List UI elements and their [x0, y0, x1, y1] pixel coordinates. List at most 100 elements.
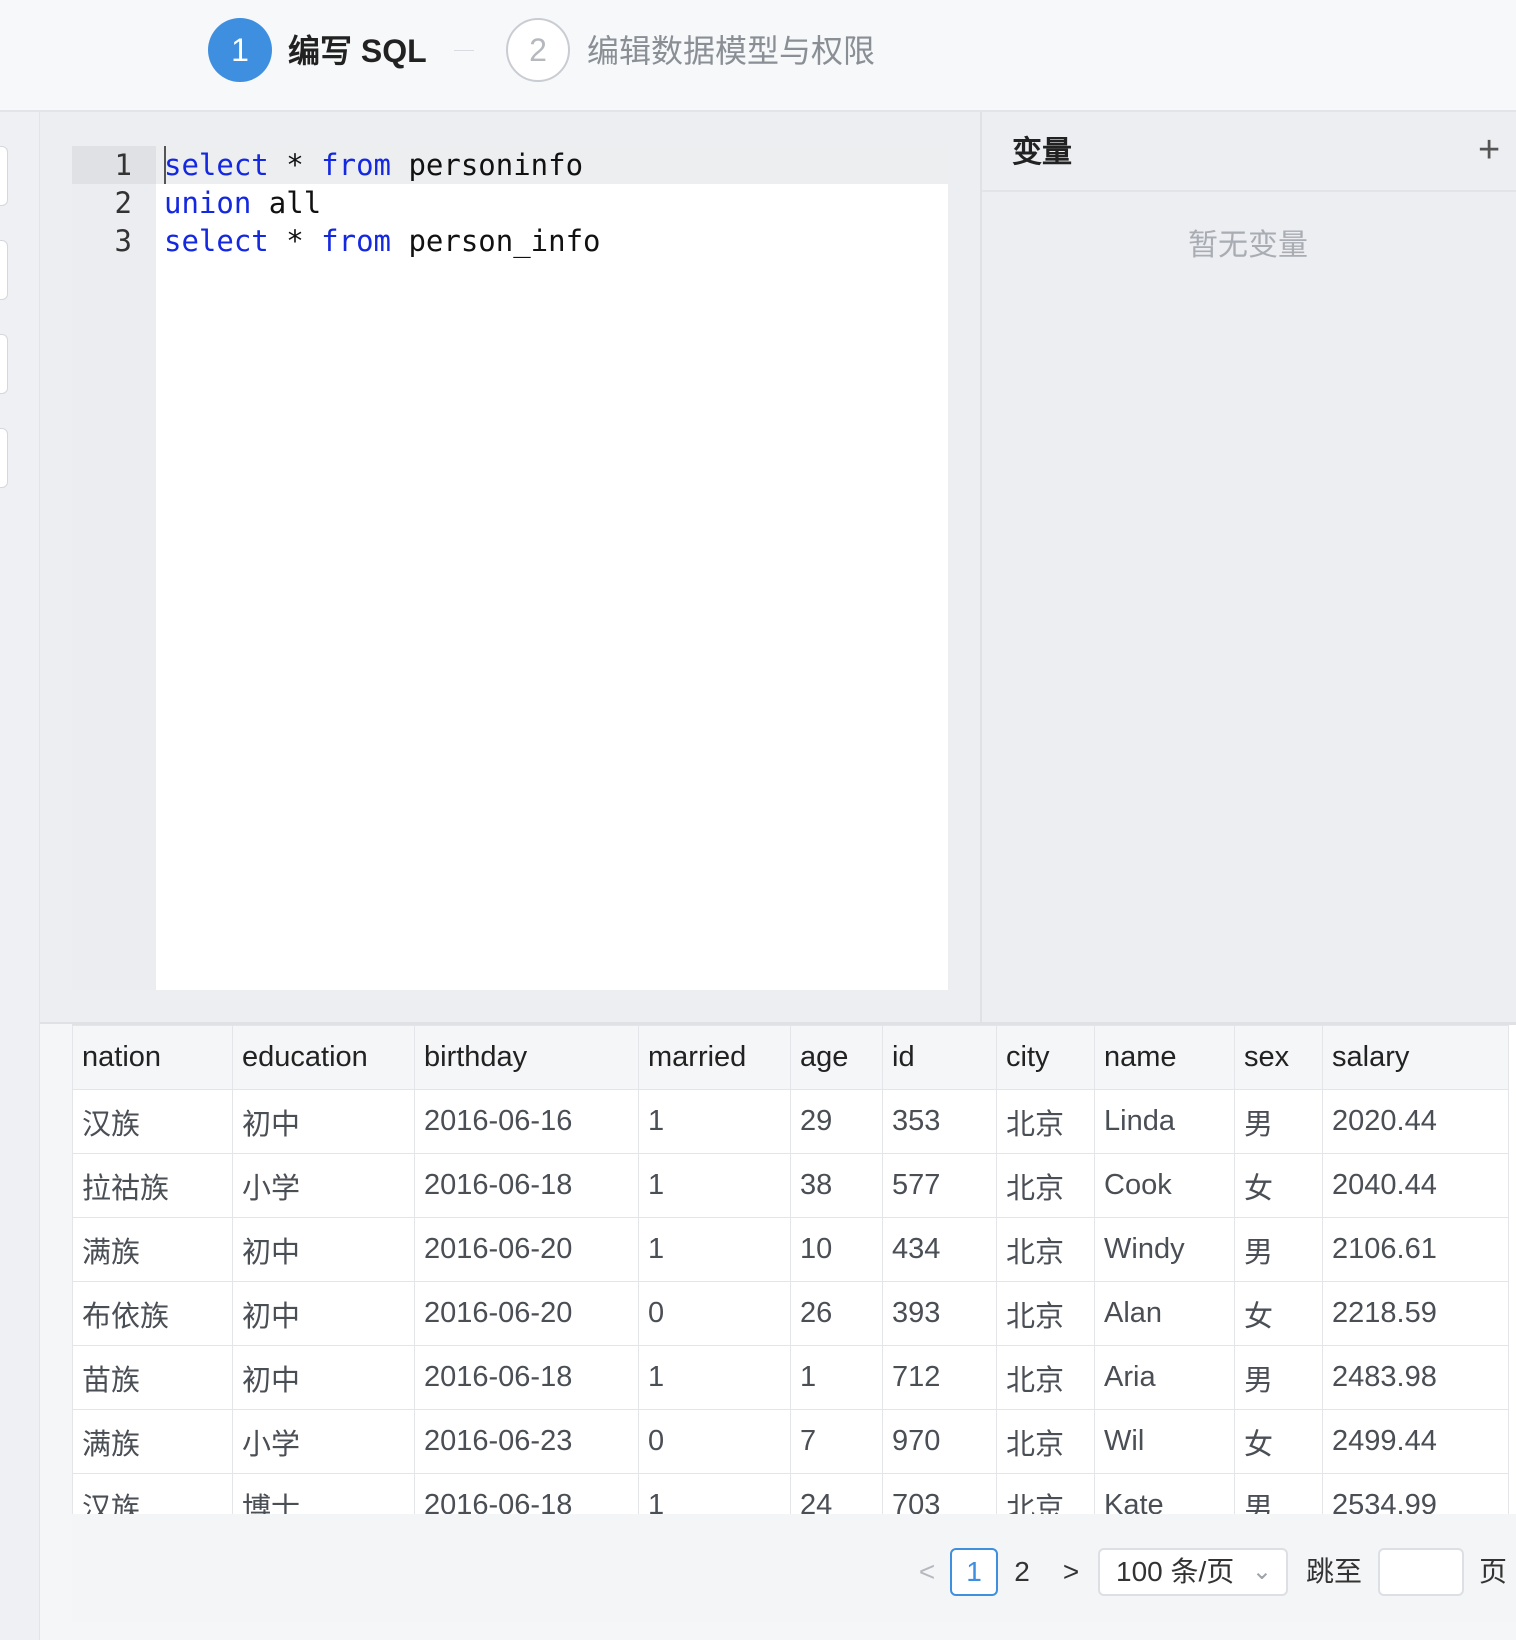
table-cell-education: 初中 [232, 1089, 415, 1154]
table-row[interactable]: 满族 小学 2016-06-23 0 7 970 北京 Wil 女 2499.44 [72, 1409, 1509, 1474]
table-cell-age: 29 [790, 1089, 883, 1154]
table-row[interactable]: 苗族 初中 2016-06-18 1 1 712 北京 Aria 男 2483.98 [72, 1345, 1509, 1410]
table-cell-married: 0 [638, 1281, 791, 1346]
table-cell-city: 北京 [996, 1345, 1095, 1410]
goto-page-input[interactable] [1378, 1548, 1464, 1596]
result-table: nation education birthday married age id city n… [72, 1025, 1509, 1514]
line-number: 3 [114, 224, 132, 258]
step-1-indicator[interactable]: 1 [208, 18, 272, 82]
table-cell-id: 577 [882, 1153, 997, 1218]
column-header-married[interactable]: married [638, 1025, 791, 1090]
step-2-indicator[interactable]: 2 [506, 18, 570, 82]
table-cell-education: 小学 [232, 1409, 415, 1474]
page-size-select[interactable]: 100 条/页 ⌄ [1098, 1548, 1288, 1596]
column-header-nation[interactable]: nation [72, 1025, 233, 1090]
rail-tab[interactable] [0, 428, 8, 488]
table-cell-city: 北京 [996, 1409, 1095, 1474]
table-row[interactable]: 布依族 初中 2016-06-20 0 26 393 北京 Alan 女 2218.59 [72, 1281, 1509, 1346]
page-1-button[interactable]: 1 [950, 1548, 998, 1596]
sql-keyword: from [321, 148, 391, 182]
sql-editor[interactable] [156, 146, 948, 990]
table-cell-id: 703 [882, 1473, 997, 1514]
table-row[interactable]: 汉族 博士 2016-06-18 1 24 703 北京 Kate 男 2534.99 [72, 1473, 1509, 1514]
table-cell-salary: 2106.61 [1322, 1217, 1509, 1282]
table-cell-salary: 2483.98 [1322, 1345, 1509, 1410]
table-cell-id: 970 [882, 1409, 997, 1474]
table-cell-nation: 汉族 [72, 1473, 233, 1514]
variables-title: 变量 [1012, 136, 1072, 169]
column-header-city[interactable]: city [996, 1025, 1095, 1090]
column-header-birthday[interactable]: birthday [414, 1025, 639, 1090]
table-cell-age: 1 [790, 1345, 883, 1410]
table-cell-city: 北京 [996, 1281, 1095, 1346]
step-2-label[interactable]: 编辑数据模型与权限 [587, 28, 875, 74]
table-cell-age: 38 [790, 1153, 883, 1218]
table-cell-age: 10 [790, 1217, 883, 1282]
table-cell-sex: 女 [1234, 1281, 1323, 1346]
sql-keyword: select [164, 148, 269, 182]
table-cell-sex: 女 [1234, 1153, 1323, 1218]
column-header-id[interactable]: id [882, 1025, 997, 1090]
table-cell-birthday: 2016-06-18 [414, 1153, 639, 1218]
divider [982, 190, 1516, 192]
table-row[interactable]: 拉祜族 小学 2016-06-18 1 38 577 北京 Cook 女 2040.44 [72, 1153, 1509, 1218]
table-cell-city: 北京 [996, 1473, 1095, 1514]
sql-keyword: select [164, 224, 269, 258]
table-cell-age: 7 [790, 1409, 883, 1474]
column-header-sex[interactable]: sex [1234, 1025, 1323, 1090]
table-cell-sex: 男 [1234, 1217, 1323, 1282]
table-cell-nation: 布依族 [72, 1281, 233, 1346]
rail-tab[interactable] [0, 334, 8, 394]
table-cell-age: 24 [790, 1473, 883, 1514]
sql-token: * [268, 148, 322, 182]
table-cell-birthday: 2016-06-20 [414, 1217, 639, 1282]
next-page-button[interactable]: > [1056, 1548, 1086, 1596]
table-cell-salary: 2218.59 [1322, 1281, 1509, 1346]
table-cell-sex: 男 [1234, 1473, 1323, 1514]
table-cell-birthday: 2016-06-20 [414, 1281, 639, 1346]
code-line[interactable]: select * from personinfo [164, 146, 583, 184]
table-row[interactable]: 满族 初中 2016-06-20 1 10 434 北京 Windy 男 2106.61 [72, 1217, 1509, 1282]
rail-tab[interactable] [0, 240, 8, 300]
sql-identifier: personinfo [391, 148, 584, 182]
pagination-bar [72, 1514, 1516, 1622]
page-2-button[interactable]: 2 [1006, 1548, 1038, 1596]
text-cursor [164, 146, 166, 184]
result-table-container[interactable]: nation education birthday married age id city n… [72, 1024, 1516, 1514]
table-cell-id: 353 [882, 1089, 997, 1154]
table-cell-name: Windy [1094, 1217, 1235, 1282]
table-cell-nation: 拉祜族 [72, 1153, 233, 1218]
step-1-label[interactable]: 编写 SQL [288, 28, 427, 74]
table-cell-salary: 2499.44 [1322, 1409, 1509, 1474]
column-header-salary[interactable]: salary [1322, 1025, 1509, 1090]
table-row[interactable]: 汉族 初中 2016-06-16 1 29 353 北京 Linda 男 2020.44 [72, 1089, 1509, 1154]
prev-page-button[interactable]: < [912, 1548, 942, 1596]
table-cell-sex: 男 [1234, 1345, 1323, 1410]
table-cell-education: 初中 [232, 1281, 415, 1346]
rail-tab[interactable] [0, 146, 8, 206]
sql-keyword: union [164, 186, 252, 220]
table-cell-married: 0 [638, 1409, 791, 1474]
sql-identifier: person_info [391, 224, 601, 258]
table-cell-name: Linda [1094, 1089, 1235, 1154]
code-line[interactable]: union all [164, 184, 321, 222]
column-header-education[interactable]: education [232, 1025, 415, 1090]
sql-token: all [251, 186, 322, 220]
table-cell-name: Kate [1094, 1473, 1235, 1514]
table-cell-nation: 满族 [72, 1217, 233, 1282]
code-line[interactable]: select * from person_info [164, 222, 601, 260]
table-cell-name: Alan [1094, 1281, 1235, 1346]
table-cell-sex: 女 [1234, 1409, 1323, 1474]
table-cell-city: 北京 [996, 1089, 1095, 1154]
sql-keyword: from [321, 224, 391, 258]
table-cell-city: 北京 [996, 1153, 1095, 1218]
table-cell-name: Wil [1094, 1409, 1235, 1474]
table-cell-education: 初中 [232, 1217, 415, 1282]
table-cell-married: 1 [638, 1153, 791, 1218]
column-header-name[interactable]: name [1094, 1025, 1235, 1090]
table-cell-education: 初中 [232, 1345, 415, 1410]
column-header-age[interactable]: age [790, 1025, 883, 1090]
add-variable-icon[interactable]: + [1478, 130, 1500, 170]
goto-label: 跳至 [1305, 1556, 1362, 1587]
table-cell-married: 1 [638, 1345, 791, 1410]
